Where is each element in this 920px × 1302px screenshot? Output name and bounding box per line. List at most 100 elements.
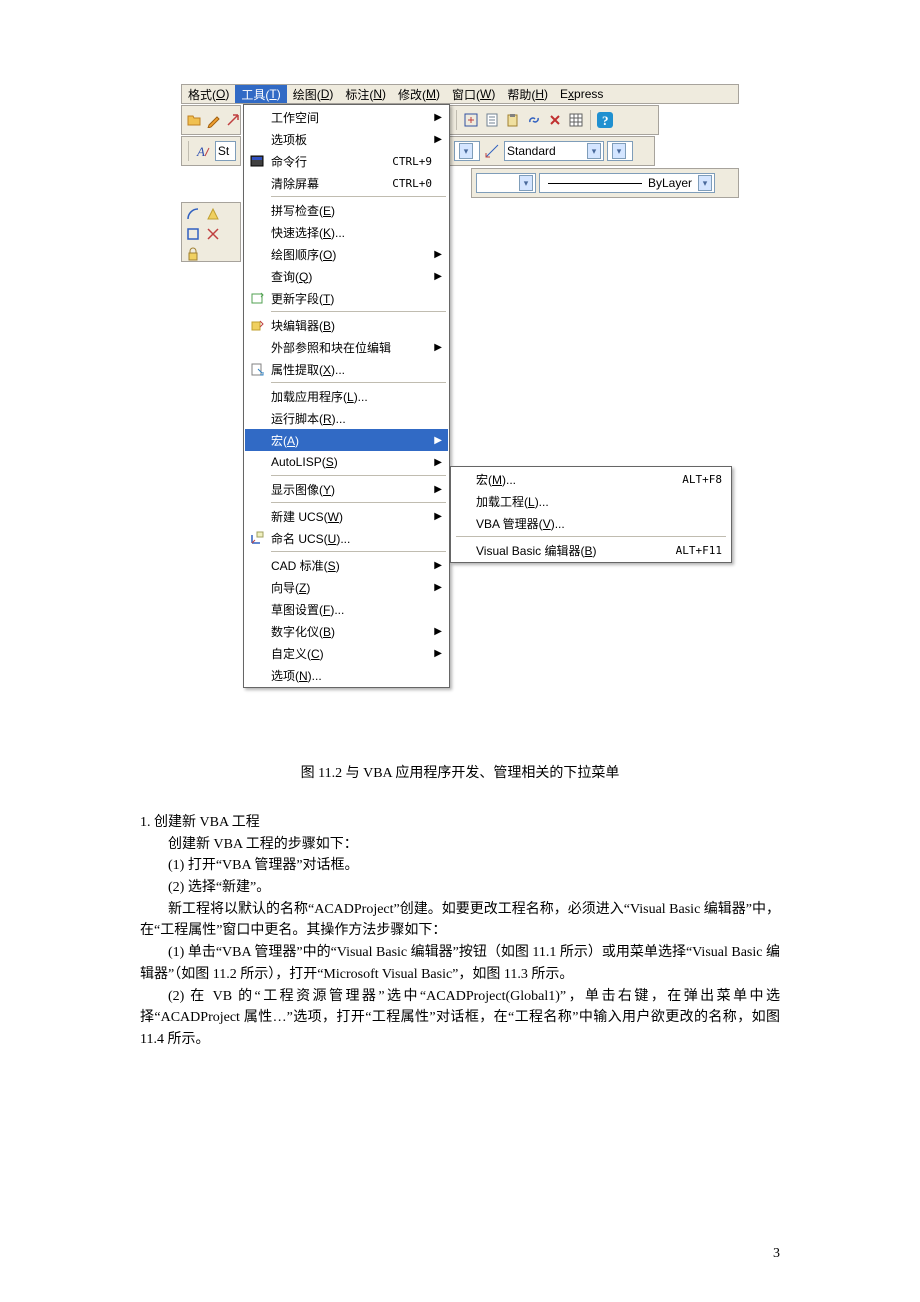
menu-format[interactable]: 格式(O) [182, 85, 235, 103]
menu-item[interactable]: 显示图像(Y)▶ [245, 478, 448, 500]
menu-label: 外部参照和块在位编辑 [267, 339, 432, 356]
arc-icon[interactable] [184, 205, 202, 223]
figure-11-2: 格式(O) 工具(T) 绘图(D) 标注(N) 修改(M) 窗口(W) 帮助(H… [140, 84, 780, 754]
toolbar-right-3: ▾ ByLayer▾ [471, 168, 739, 198]
menu-label: 更新字段(T) [267, 290, 432, 307]
svg-text:A: A [196, 144, 205, 159]
combo-standard[interactable]: Standard▾ [504, 141, 604, 161]
menu-item[interactable]: 快速选择(K)... [245, 221, 448, 243]
submenu-item[interactable]: 宏(M)...ALT+F8 [452, 468, 730, 490]
link-icon[interactable] [525, 111, 543, 129]
pencil-icon[interactable] [206, 111, 222, 129]
upd-icon [247, 290, 267, 306]
toolbar-left-1 [181, 105, 241, 135]
menu-label: 新建 UCS(W) [267, 508, 432, 525]
submenu-arrow-icon: ▶ [432, 484, 442, 495]
menu-item[interactable]: 向导(Z)▶ [245, 576, 448, 598]
x-icon[interactable] [546, 111, 564, 129]
submenu-arrow-icon: ▶ [432, 249, 442, 260]
cmd-icon [247, 153, 267, 169]
menu-label: CAD 标准(S) [267, 557, 432, 574]
menu-item[interactable]: 数字化仪(B)▶ [245, 620, 448, 642]
combo-standard-text: Standard [507, 144, 556, 158]
folder-icon[interactable] [186, 111, 202, 129]
menu-item[interactable]: 更新字段(T) [245, 287, 448, 309]
arrow-icon[interactable] [226, 111, 240, 129]
submenu-arrow-icon: ▶ [432, 582, 442, 593]
menu-item[interactable]: 块编辑器(B) [245, 314, 448, 336]
menu-help[interactable]: 帮助(H) [501, 85, 554, 103]
combo-bylayer-text: ByLayer [648, 176, 692, 190]
submenu-label: 宏(M)... [476, 471, 682, 488]
menu-item[interactable]: 宏(A)▶ [245, 429, 448, 451]
menu-express[interactable]: Express [554, 85, 609, 103]
menu-shortcut: CTRL+0 [392, 177, 432, 190]
sheet-icon[interactable] [483, 111, 501, 129]
menu-item[interactable]: 查询(Q)▶ [245, 265, 448, 287]
menu-draw[interactable]: 绘图(D) [287, 85, 340, 103]
menu-item[interactable]: 选项板▶ [245, 128, 448, 150]
menu-item[interactable]: 属性提取(X)... [245, 358, 448, 380]
menu-item[interactable]: 工作空间▶ [245, 106, 448, 128]
menu-separator [271, 475, 446, 476]
dim-icon[interactable] [483, 142, 501, 160]
combo-bylayer[interactable]: ByLayer▾ [539, 173, 715, 193]
menu-item[interactable]: 绘图顺序(O)▶ [245, 243, 448, 265]
submenu-label: VBA 管理器(V)... [476, 515, 722, 532]
menu-label: 加载应用程序(L)... [267, 388, 432, 405]
tri-icon[interactable] [204, 205, 222, 223]
para-1: 创建新 VBA 工程的步骤如下： [140, 834, 780, 856]
menu-item[interactable]: 清除屏幕CTRL+0 [245, 172, 448, 194]
menu-window[interactable]: 窗口(W) [446, 85, 501, 103]
grid-icon[interactable] [567, 111, 585, 129]
help-icon[interactable]: ? [596, 111, 614, 129]
menu-item[interactable]: 拼写检查(E) [245, 199, 448, 221]
para-2: (1) 打开“VBA 管理器”对话框。 [140, 855, 780, 877]
menu-item[interactable]: CAD 标准(S)▶ [245, 554, 448, 576]
submenu-item[interactable]: VBA 管理器(V)... [452, 512, 730, 534]
tool-icon[interactable] [462, 111, 480, 129]
menu-separator [271, 311, 446, 312]
submenu-item[interactable]: 加载工程(L)... [452, 490, 730, 512]
menu-modify[interactable]: 修改(M) [392, 85, 446, 103]
menu-item[interactable]: 外部参照和块在位编辑▶ [245, 336, 448, 358]
submenu-arrow-icon: ▶ [432, 626, 442, 637]
paste-icon[interactable] [504, 111, 522, 129]
menu-item[interactable]: 选项(N)... [245, 664, 448, 686]
combo-empty-1[interactable]: ▾ [454, 141, 480, 161]
menu-item[interactable]: 加载应用程序(L)... [245, 385, 448, 407]
textstyle-icon[interactable]: A [195, 142, 211, 160]
combo-empty-3[interactable]: ▾ [476, 173, 536, 193]
para-5: (1) 单击“VBA 管理器”中的“Visual Basic 编辑器”按钮（如图… [140, 942, 780, 985]
menu-label: 显示图像(Y) [267, 481, 432, 498]
submenu-shortcut: ALT+F8 [682, 473, 722, 486]
menu-label: 命令行 [267, 153, 392, 170]
menu-label: 工作空间 [267, 109, 432, 126]
menu-item[interactable]: 新建 UCS(W)▶ [245, 505, 448, 527]
screenshot: 格式(O) 工具(T) 绘图(D) 标注(N) 修改(M) 窗口(W) 帮助(H… [181, 84, 739, 754]
menu-shortcut: CTRL+9 [392, 155, 432, 168]
submenu-arrow-icon: ▶ [432, 271, 442, 282]
square-icon[interactable] [184, 225, 202, 243]
combo-empty-2[interactable]: ▾ [607, 141, 633, 161]
submenu-arrow-icon: ▶ [432, 435, 442, 446]
x2-icon[interactable] [204, 225, 222, 243]
style-combo-small[interactable]: St [215, 141, 236, 161]
menu-dim[interactable]: 标注(N) [339, 85, 392, 103]
menu-label: 选项板 [267, 131, 432, 148]
menu-item[interactable]: AutoLISP(S)▶ [245, 451, 448, 473]
menu-item[interactable]: 自定义(C)▶ [245, 642, 448, 664]
menu-separator [271, 196, 446, 197]
page-number: 3 [773, 1246, 780, 1262]
menu-separator [271, 382, 446, 383]
ext-icon [247, 361, 267, 377]
menubar: 格式(O) 工具(T) 绘图(D) 标注(N) 修改(M) 窗口(W) 帮助(H… [181, 84, 739, 104]
submenu-arrow-icon: ▶ [432, 342, 442, 353]
menu-item[interactable]: 命名 UCS(U)... [245, 527, 448, 549]
lock-icon[interactable] [184, 245, 202, 263]
menu-item[interactable]: 命令行CTRL+9 [245, 150, 448, 172]
menu-tools[interactable]: 工具(T) [235, 85, 286, 103]
menu-item[interactable]: 草图设置(F)... [245, 598, 448, 620]
menu-item[interactable]: 运行脚本(R)... [245, 407, 448, 429]
submenu-item[interactable]: Visual Basic 编辑器(B)ALT+F11 [452, 539, 730, 561]
